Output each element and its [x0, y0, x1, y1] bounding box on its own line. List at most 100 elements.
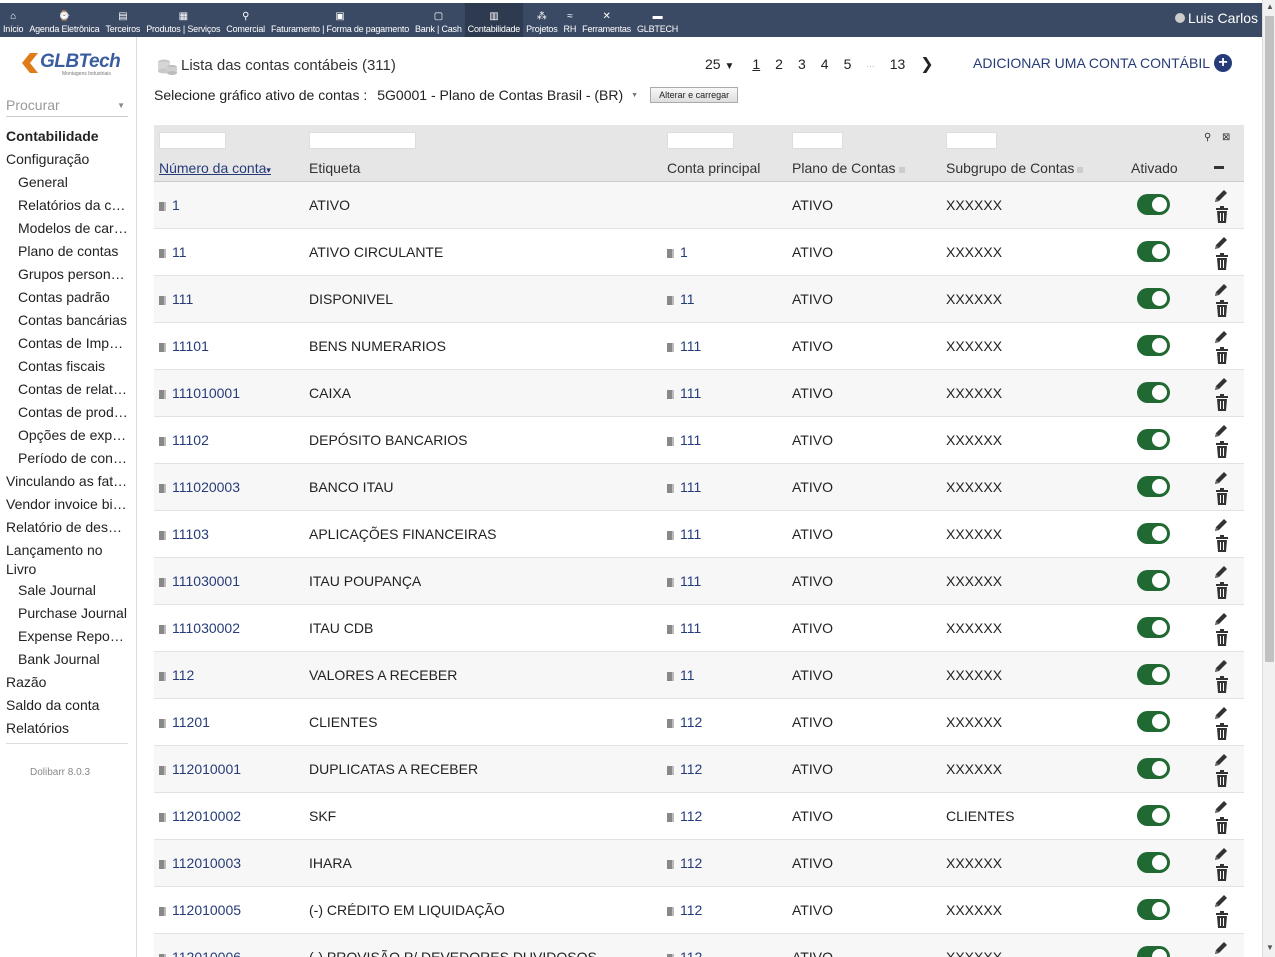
edit-pencil-icon[interactable] [1212, 187, 1230, 205]
sidebar-item-12[interactable]: Contas de produtos [0, 401, 128, 424]
page-link-3[interactable]: 3 [798, 56, 806, 72]
nav-item-0[interactable]: ⌂ Início [0, 3, 26, 37]
delete-trash-icon[interactable] [1214, 535, 1230, 553]
sidebar-item-0[interactable]: Contabilidade [0, 125, 128, 148]
active-toggle[interactable] [1137, 946, 1170, 957]
account-number-link[interactable]: 111020003 [159, 479, 240, 495]
account-number-link[interactable]: 112010002 [159, 808, 241, 824]
column-header-parent-account[interactable]: Conta principal [667, 160, 760, 176]
account-number-link[interactable]: 111010001 [159, 385, 240, 401]
vertical-scrollbar[interactable]: ▲ ▼ [1262, 0, 1275, 957]
active-toggle[interactable] [1137, 899, 1170, 920]
delete-trash-icon[interactable] [1214, 676, 1230, 694]
sidebar-item-24[interactable]: Saldo da conta [0, 694, 128, 717]
parent-account-link[interactable]: 112 [667, 714, 702, 730]
sidebar-item-21[interactable]: Expense Report Journal [0, 625, 128, 648]
delete-trash-icon[interactable] [1214, 253, 1230, 271]
account-number-link[interactable]: 111030001 [159, 573, 240, 589]
account-number-link[interactable]: 111 [159, 291, 193, 307]
parent-account-link[interactable]: 112 [667, 855, 702, 871]
sidebar-item-5[interactable]: Plano de contas [0, 240, 128, 263]
edit-pencil-icon[interactable] [1212, 704, 1230, 722]
clear-filter-icon[interactable]: ⊠ [1222, 132, 1230, 143]
active-toggle[interactable] [1137, 241, 1170, 262]
sidebar-item-10[interactable]: Contas fiscais [0, 355, 128, 378]
account-number-link[interactable]: 11101 [159, 338, 209, 354]
edit-pencil-icon[interactable] [1212, 422, 1230, 440]
nav-item-10[interactable]: ✕ Ferramentas [579, 3, 634, 37]
chevron-down-icon[interactable]: ▼ [631, 92, 638, 99]
edit-pencil-icon[interactable] [1212, 892, 1230, 910]
active-toggle[interactable] [1137, 805, 1170, 826]
delete-trash-icon[interactable] [1214, 441, 1230, 459]
add-account-button[interactable]: ADICIONAR UMA CONTA CONTÁBIL + [973, 54, 1232, 72]
parent-account-link[interactable]: 111 [667, 479, 701, 495]
delete-trash-icon[interactable] [1214, 864, 1230, 882]
delete-trash-icon[interactable] [1214, 582, 1230, 600]
account-number-link[interactable]: 11201 [159, 714, 210, 730]
active-toggle[interactable] [1137, 711, 1170, 732]
next-page-icon[interactable]: ❯ [920, 54, 933, 74]
scrollbar-thumb[interactable] [1265, 16, 1274, 662]
parent-account-link[interactable]: 112 [667, 949, 702, 957]
nav-item-3[interactable]: ▦ Produtos | Serviços [143, 3, 223, 37]
edit-pencil-icon[interactable] [1212, 234, 1230, 252]
sidebar-item-19[interactable]: Sale Journal [0, 579, 128, 602]
edit-pencil-icon[interactable] [1212, 657, 1230, 675]
sidebar-item-13[interactable]: Opções de exportação [0, 424, 128, 447]
parent-account-link[interactable]: 11 [667, 291, 695, 307]
filter-parent-account-input[interactable] [667, 132, 734, 149]
parent-account-link[interactable]: 112 [667, 808, 702, 824]
sidebar-item-3[interactable]: Relatórios da contabilidade [0, 194, 128, 217]
account-number-link[interactable]: 1 [159, 197, 180, 213]
sidebar-item-8[interactable]: Contas bancárias [0, 309, 128, 332]
nav-item-2[interactable]: ▤ Terceiros [102, 3, 143, 37]
parent-account-link[interactable]: 112 [667, 902, 702, 918]
sidebar-item-15[interactable]: Vinculando as faturas [0, 470, 128, 493]
filter-account-number-input[interactable] [159, 132, 226, 149]
delete-trash-icon[interactable] [1214, 488, 1230, 506]
account-number-link[interactable]: 112010001 [159, 761, 241, 777]
parent-account-link[interactable]: 1 [667, 244, 688, 260]
sidebar-item-22[interactable]: Bank Journal [0, 648, 128, 671]
delete-trash-icon[interactable] [1214, 723, 1230, 741]
edit-pencil-icon[interactable] [1212, 939, 1230, 957]
parent-account-link[interactable]: 111 [667, 573, 701, 589]
company-logo[interactable]: GLBTech Montagens Industriais [22, 51, 122, 77]
active-toggle[interactable] [1137, 852, 1170, 873]
parent-account-link[interactable]: 111 [667, 620, 701, 636]
delete-trash-icon[interactable] [1214, 817, 1230, 835]
sidebar-item-25[interactable]: Relatórios [0, 717, 128, 740]
active-toggle[interactable] [1137, 429, 1170, 450]
edit-pencil-icon[interactable] [1212, 845, 1230, 863]
page-link-4[interactable]: 4 [821, 56, 829, 72]
parent-account-link[interactable]: 11 [667, 667, 695, 683]
delete-trash-icon[interactable] [1214, 629, 1230, 647]
active-toggle[interactable] [1137, 476, 1170, 497]
active-toggle[interactable] [1137, 523, 1170, 544]
account-number-link[interactable]: 11103 [159, 526, 209, 542]
delete-trash-icon[interactable] [1214, 300, 1230, 318]
parent-account-link[interactable]: 112 [667, 761, 702, 777]
parent-account-link[interactable]: 111 [667, 526, 701, 542]
page-size-select[interactable]: 25 ▼ [705, 56, 734, 72]
scroll-down-arrow-icon[interactable]: ▼ [1266, 943, 1274, 952]
nav-item-6[interactable]: ▢ Bank | Cash [412, 3, 465, 37]
filter-chart-input[interactable] [792, 132, 843, 149]
delete-trash-icon[interactable] [1214, 911, 1230, 929]
sidebar-item-2[interactable]: General [0, 171, 128, 194]
sidebar-item-4[interactable]: Modelos de cartas [0, 217, 128, 240]
nav-item-7[interactable]: ▥ Contabilidade [464, 3, 524, 37]
page-link-1[interactable]: 1 [752, 56, 760, 72]
parent-account-link[interactable]: 111 [667, 432, 701, 448]
user-menu[interactable]: Luis Carlos [1174, 3, 1262, 37]
account-number-link[interactable]: 112010003 [159, 855, 241, 871]
delete-trash-icon[interactable] [1214, 394, 1230, 412]
active-toggle[interactable] [1137, 288, 1170, 309]
column-header-active[interactable]: Ativado [1131, 160, 1178, 176]
parent-account-link[interactable]: 111 [667, 338, 701, 354]
sidebar-item-9[interactable]: Contas de Impostos [0, 332, 128, 355]
column-header-account-number[interactable]: Número da conta▾ [159, 160, 271, 176]
edit-pencil-icon[interactable] [1212, 375, 1230, 393]
column-header-chart[interactable]: Plano de Contas [792, 160, 905, 176]
